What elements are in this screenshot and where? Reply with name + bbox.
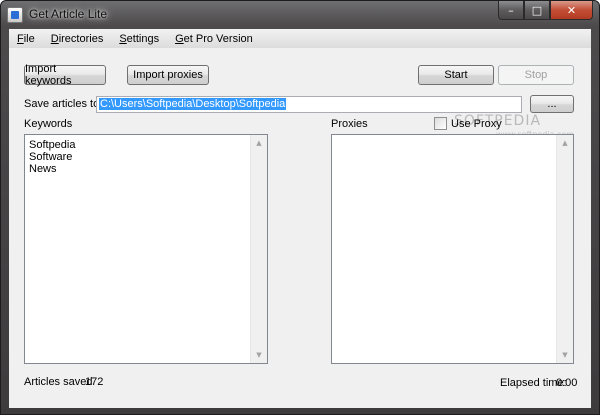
menu-settings-label: ettings [126,32,160,45]
import-proxies-button[interactable]: Import proxies [127,65,209,85]
title-bar[interactable]: Get Article Lite – □ ✕ [1,1,599,29]
start-button[interactable]: Start [418,65,494,85]
import-keywords-button[interactable]: Import keywords [24,63,106,87]
articles-saved-label: Articles saved [24,376,93,388]
menu-file-accel: F [17,32,24,45]
scroll-up-arrow-icon[interactable]: ▲ [557,135,573,151]
app-icon[interactable] [7,7,23,23]
menu-directories-label: irectories [58,32,104,45]
use-proxy-label: Use Proxy [451,118,502,130]
elapsed-time-value: 0:00 [556,377,578,389]
proxies-scrollbar[interactable]: ▲ ▼ [556,135,573,363]
keywords-items: Softpedia Software News [29,139,75,175]
list-item[interactable]: Software [29,151,75,163]
menu-get-pro-label: et Pro Version [183,32,253,45]
minimize-button[interactable]: – [498,1,524,20]
caption-buttons: – □ ✕ [498,1,593,20]
menu-bar: File Directories Settings Get Pro Versio… [9,29,591,48]
list-item[interactable]: News [29,163,75,175]
app-window: Get Article Lite – □ ✕ File Directories … [0,0,600,415]
scroll-down-arrow-icon[interactable]: ▼ [251,347,267,363]
main-panel: Import keywords Import proxies Start Sto… [9,48,591,408]
save-path-value: C:\Users\Softpedia\Desktop\Softpedia [99,98,287,110]
window-title: Get Article Lite [29,7,108,21]
menu-get-pro-accel: G [175,32,184,45]
menu-directories-accel: D [50,32,59,45]
list-item[interactable]: Softpedia [29,139,75,151]
browse-button[interactable]: ... [530,95,574,113]
keywords-list[interactable]: Softpedia Software News ▲ ▼ [24,134,268,364]
scroll-down-arrow-icon[interactable]: ▼ [557,347,573,363]
stop-button[interactable]: Stop [498,65,574,85]
articles-saved-count: 172 [85,376,104,388]
scroll-up-arrow-icon[interactable]: ▲ [251,135,267,151]
use-proxy-checkbox[interactable] [434,117,447,130]
menu-settings[interactable]: Settings [111,33,167,45]
keywords-scrollbar[interactable]: ▲ ▼ [250,135,267,363]
close-button[interactable]: ✕ [550,1,593,20]
menu-file-label: ile [23,32,35,45]
menu-settings-accel: S [119,32,127,45]
proxies-list[interactable]: ▲ ▼ [331,134,574,364]
menu-get-pro-version[interactable]: Get Pro Version [167,33,261,45]
save-articles-label: Save articles to [24,98,100,110]
menu-directories[interactable]: Directories [43,33,112,45]
menu-file[interactable]: File [9,33,43,45]
keywords-label: Keywords [24,118,73,130]
save-path-input[interactable]: C:\Users\Softpedia\Desktop\Softpedia [96,96,522,113]
proxies-label: Proxies [331,118,368,130]
maximize-button[interactable]: □ [524,1,550,20]
